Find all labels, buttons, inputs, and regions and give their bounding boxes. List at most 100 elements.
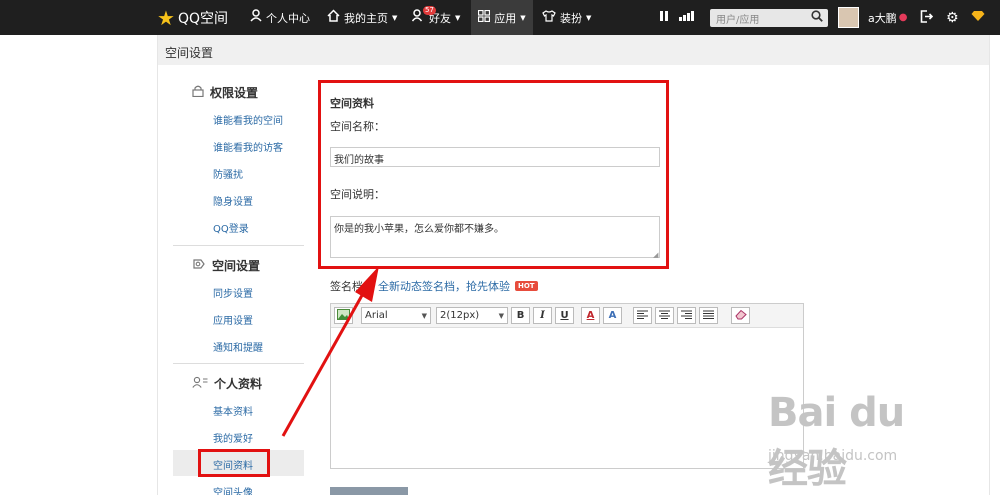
font-family-select[interactable]: Arial ▼ xyxy=(361,307,431,324)
logout-icon xyxy=(920,9,934,26)
sidebar-section-title: 权限设置 xyxy=(210,86,259,100)
image-icon xyxy=(337,308,350,323)
eraser-icon xyxy=(734,309,747,323)
sidebar-item-basic-info[interactable]: 基本资料 xyxy=(213,403,253,418)
align-center-button[interactable] xyxy=(655,307,674,324)
nav-apps[interactable]: 应用 ▼ xyxy=(471,0,533,35)
right-margin xyxy=(990,35,1000,495)
sidebar-section-personal-info: 个人资料 xyxy=(192,375,262,392)
signature-row: 签名档： 全新动态签名档，抢先体验 HOT xyxy=(330,278,538,294)
search-icon[interactable] xyxy=(811,10,823,25)
logo-text: QQ空间 xyxy=(177,10,228,27)
page-header xyxy=(158,35,989,65)
editor-toolbar: Arial ▼ 2(12px) ▼ B I U A A xyxy=(331,304,803,328)
nav-my-homepage-label: 我的主页 xyxy=(344,11,388,25)
sidebar-item-sync-settings[interactable]: 同步设置 xyxy=(213,285,253,300)
nav-apps-label: 应用 xyxy=(494,11,517,25)
nav-decorate[interactable]: 装扮 ▼ xyxy=(542,0,591,35)
watermark-logo: Bai du 经验 xyxy=(768,390,905,492)
underline-button[interactable]: U xyxy=(555,307,574,324)
chevron-down-icon: ▼ xyxy=(498,311,504,320)
chevron-down-icon: ▼ xyxy=(520,13,526,22)
user-icon xyxy=(250,9,262,26)
sidebar-item-notifications[interactable]: 通知和提醒 xyxy=(213,339,263,354)
sidebar-item-invisible[interactable]: 隐身设置 xyxy=(213,193,253,208)
friends-notification-badge: 57 xyxy=(423,6,436,15)
signature-editor[interactable]: Arial ▼ 2(12px) ▼ B I U A A xyxy=(330,303,804,469)
sidebar-item-hobbies[interactable]: 我的爱好 xyxy=(213,430,253,445)
chevron-down-icon: ▼ xyxy=(455,13,461,22)
align-right-icon xyxy=(681,310,692,322)
insert-image-button[interactable] xyxy=(334,307,353,324)
sidebar-divider xyxy=(173,363,304,364)
sidebar-item-anti-harassment[interactable]: 防骚扰 xyxy=(213,166,243,181)
sidebar-section-space-settings: 空间设置 xyxy=(192,257,260,274)
home-icon xyxy=(327,9,340,26)
align-left-icon xyxy=(637,310,648,322)
qzone-logo[interactable]: ★ QQ空间 xyxy=(157,0,228,35)
italic-button[interactable]: I xyxy=(533,307,552,324)
star-logo-icon: ★ xyxy=(157,5,175,30)
top-navigation-bar: ★ QQ空间 个人中心 我的主页 ▼ 57 好友 ▼ 应用 ▼ 装扮 ▼ 用户/… xyxy=(0,0,1000,35)
chevron-down-icon: ▼ xyxy=(421,311,427,320)
chevron-down-icon: ▼ xyxy=(586,13,592,22)
username: a大鹏 xyxy=(868,11,897,25)
sidebar-item-space-avatar[interactable]: 空间头像 xyxy=(213,484,253,495)
left-margin xyxy=(0,35,157,495)
volume-bars-icon xyxy=(679,11,694,24)
diamond-icon xyxy=(971,10,985,25)
justify-button[interactable] xyxy=(699,307,718,324)
nav-personal-center-label: 个人中心 xyxy=(266,11,310,25)
baidu-jingyan-watermark: Bai du 经验 jingyan.baidu.com xyxy=(768,390,948,492)
annotation-box-sidebar xyxy=(198,449,270,477)
sidebar-divider xyxy=(173,245,304,246)
sidebar-section-permissions: 权限设置 xyxy=(192,84,258,101)
page-title: 空间设置 xyxy=(165,46,214,60)
gear-icon: ⚙ xyxy=(946,9,959,26)
nav-decorate-label: 装扮 xyxy=(560,11,582,25)
clear-format-button[interactable] xyxy=(731,307,750,324)
pause-music-button[interactable] xyxy=(660,0,669,35)
font-color-button[interactable]: A xyxy=(581,307,600,324)
user-list-icon xyxy=(192,376,208,391)
hot-badge: HOT xyxy=(515,281,538,291)
sidebar-item-qq-login[interactable]: QQ登录 xyxy=(213,220,249,235)
signature-promo-link[interactable]: 全新动态签名档，抢先体验 xyxy=(378,278,510,294)
bold-button[interactable]: B xyxy=(511,307,530,324)
vip-diamond-button[interactable] xyxy=(971,0,985,35)
signature-label: 签名档： xyxy=(330,280,374,293)
avatar[interactable] xyxy=(838,7,859,28)
volume-button[interactable] xyxy=(679,0,694,35)
sidebar-section-title: 个人资料 xyxy=(214,377,263,391)
save-button[interactable] xyxy=(330,487,408,495)
align-left-button[interactable] xyxy=(633,307,652,324)
username-link[interactable]: a大鹏 ● xyxy=(868,0,907,35)
shirt-icon xyxy=(542,9,556,26)
settings-button[interactable]: ⚙ xyxy=(946,0,959,35)
nav-my-homepage[interactable]: 我的主页 ▼ xyxy=(327,0,397,35)
sidebar-item-who-can-see-space[interactable]: 谁能看我的空间 xyxy=(213,112,283,127)
grid-icon xyxy=(478,9,491,26)
font-size-value: 2(12px) xyxy=(440,310,480,321)
annotation-box-form xyxy=(318,80,669,269)
settings-icon xyxy=(192,258,206,273)
sidebar-section-title: 空间设置 xyxy=(212,259,261,273)
justify-icon xyxy=(703,310,714,322)
lock-icon xyxy=(192,85,204,100)
lips-icon: ● xyxy=(898,12,908,23)
logout-button[interactable] xyxy=(920,0,934,35)
nav-friends[interactable]: 57 好友 ▼ xyxy=(411,0,461,35)
font-size-select[interactable]: 2(12px) ▼ xyxy=(436,307,508,324)
watermark-url: jingyan.baidu.com xyxy=(768,448,898,464)
sidebar-item-who-can-see-visitors[interactable]: 谁能看我的访客 xyxy=(213,139,283,154)
font-family-value: Arial xyxy=(365,310,388,321)
sidebar-item-app-settings[interactable]: 应用设置 xyxy=(213,312,253,327)
pause-icon xyxy=(660,11,669,24)
nav-personal-center[interactable]: 个人中心 xyxy=(250,0,310,35)
align-center-icon xyxy=(659,310,670,322)
highlight-button[interactable]: A xyxy=(603,307,622,324)
align-right-button[interactable] xyxy=(677,307,696,324)
search-box[interactable]: 用户/应用 xyxy=(710,9,828,27)
chevron-down-icon: ▼ xyxy=(392,13,398,22)
search-input[interactable]: 用户/应用 xyxy=(716,11,759,26)
